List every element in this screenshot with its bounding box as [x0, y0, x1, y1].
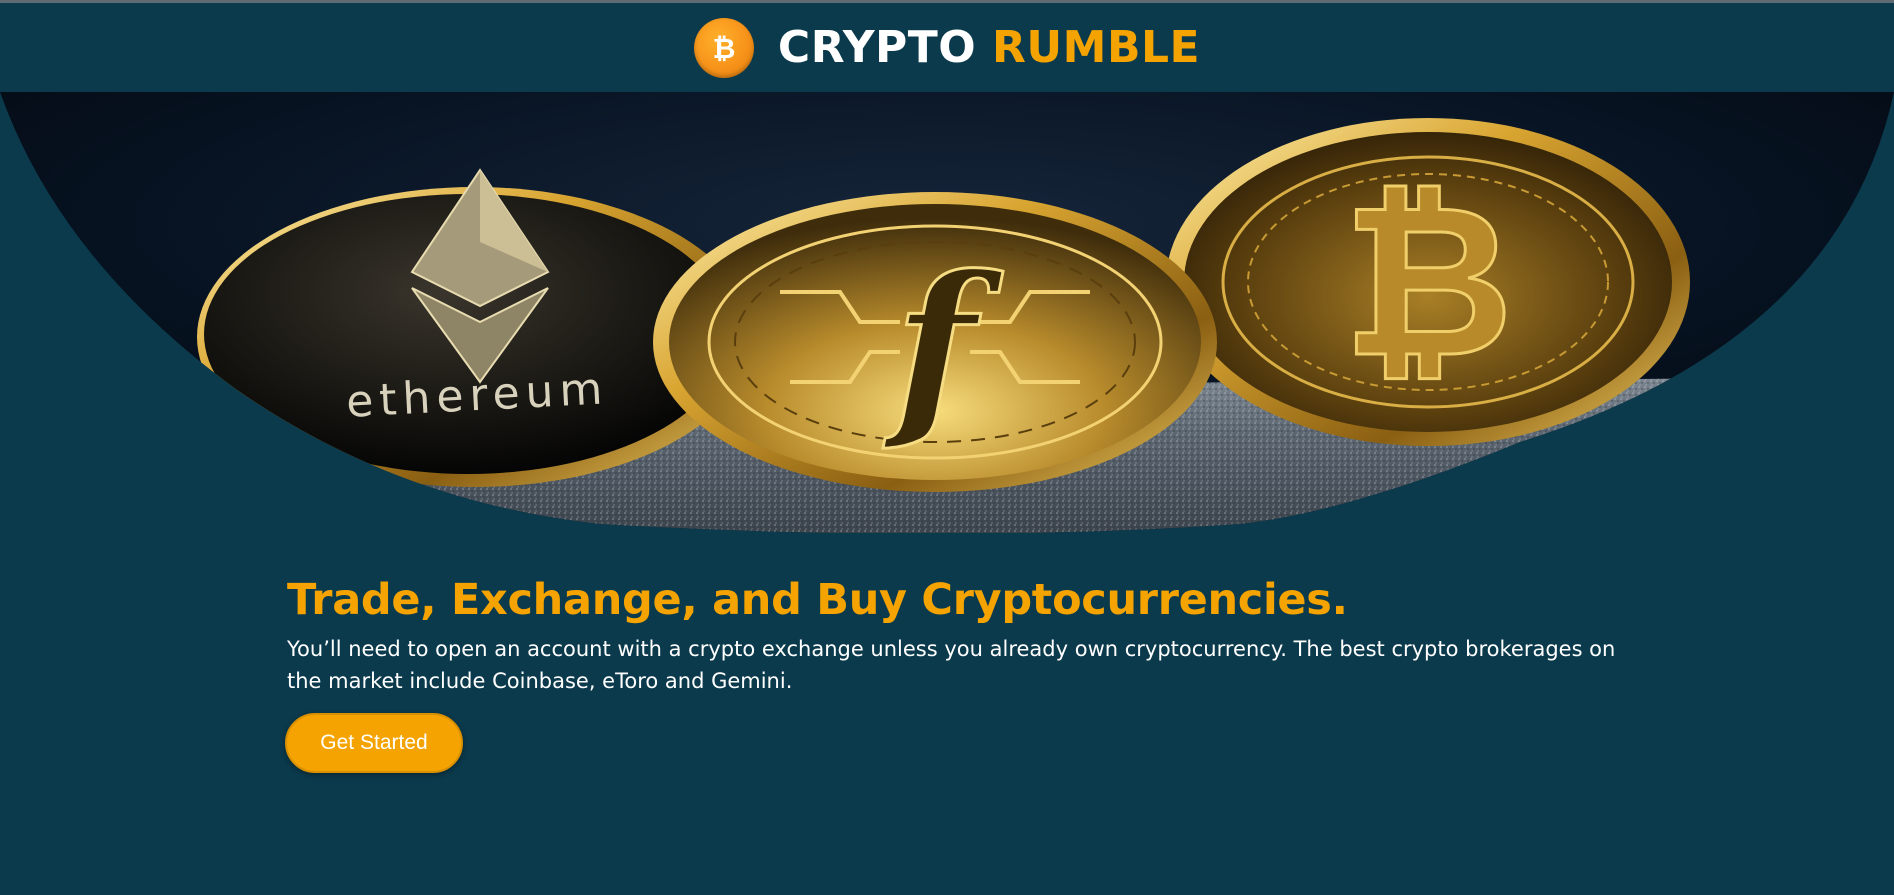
- intro-text: You’ll need to open an account with a cr…: [287, 637, 1616, 694]
- brand[interactable]: ₿ CRYPTO RUMBLE: [693, 17, 1200, 78]
- filecoin-coin: f: [653, 192, 1217, 492]
- brand-name: CRYPTO RUMBLE: [778, 25, 1200, 70]
- brand-name-part1: CRYPTO: [777, 21, 993, 73]
- brand-name-part2: RUMBLE: [992, 21, 1201, 73]
- svg-text:₿: ₿: [1342, 159, 1513, 404]
- get-started-button[interactable]: Get Started: [285, 713, 463, 774]
- site-header: ₿ CRYPTO RUMBLE: [0, 3, 1894, 92]
- page-title: Trade, Exchange, and Buy Cryptocurrencie…: [287, 575, 1348, 625]
- hero-content: Trade, Exchange, and Buy Cryptocurrencie…: [285, 575, 1617, 774]
- svg-text:₿: ₿: [713, 32, 736, 65]
- bitcoin-coin: ₿: [1166, 118, 1690, 446]
- hero-image: ₿ ethereum f: [0, 92, 1894, 533]
- bitcoin-icon: ₿: [693, 17, 754, 78]
